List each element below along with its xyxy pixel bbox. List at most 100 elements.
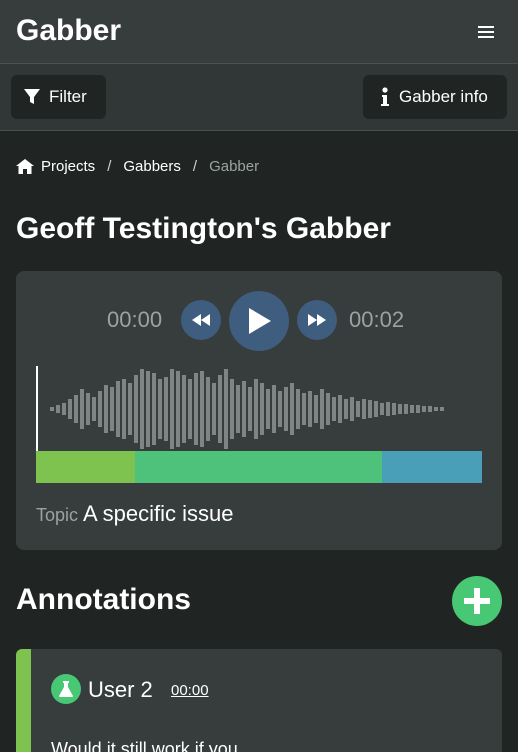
- waveform-bar: [320, 389, 324, 429]
- waveform-bar: [410, 405, 414, 413]
- waveform-bar: [248, 387, 252, 431]
- current-time: 00:00: [107, 307, 163, 332]
- waveform-bar: [356, 401, 360, 417]
- waveform-bar: [134, 375, 138, 443]
- brand-title[interactable]: Gabber: [16, 14, 121, 48]
- waveform-bar: [116, 381, 120, 437]
- waveform-bar: [374, 401, 378, 417]
- timeline-segment[interactable]: [135, 451, 382, 483]
- annotation-card[interactable]: User 2 00:00 Would it still work if you: [16, 649, 502, 752]
- topic-value: A specific issue: [83, 501, 234, 526]
- page-title: Geoff Testington's Gabber: [16, 212, 391, 245]
- duration-time: 00:02: [349, 307, 405, 332]
- waveform-bar: [380, 403, 384, 415]
- waveform-bar: [422, 406, 426, 412]
- annotation-text: Would it still work if you: [51, 739, 238, 752]
- waveform-bar: [314, 395, 318, 423]
- waveform-bar: [110, 387, 114, 431]
- waveform-bar: [368, 400, 372, 418]
- timeline-segment[interactable]: [36, 451, 135, 483]
- waveform-bar: [392, 403, 396, 415]
- waveform-bar: [62, 403, 66, 415]
- waveform-bar: [308, 391, 312, 427]
- forward-icon: [308, 314, 326, 326]
- breadcrumb: Projects / Gabbers / Gabber: [16, 158, 259, 175]
- playhead-cursor[interactable]: [36, 366, 38, 452]
- breadcrumb-gabbers[interactable]: Gabbers: [123, 158, 181, 175]
- waveform-bar: [326, 393, 330, 425]
- rewind-button[interactable]: [181, 300, 221, 340]
- waveform-bar: [362, 399, 366, 419]
- waveform-bar: [302, 393, 306, 425]
- waveform[interactable]: [36, 366, 482, 452]
- play-button[interactable]: [229, 291, 289, 351]
- waveform-bar: [74, 395, 78, 423]
- waveform-bar: [428, 406, 432, 412]
- waveform-bar: [194, 373, 198, 445]
- waveform-bar: [278, 391, 282, 427]
- audio-player-card: 00:00 00:02 Topic A specific issue: [16, 271, 502, 550]
- plus-icon: [464, 588, 490, 614]
- topic-label: Topic: [36, 505, 79, 525]
- add-annotation-button[interactable]: [452, 576, 502, 626]
- waveform-bar: [332, 397, 336, 421]
- waveform-bar: [170, 369, 174, 449]
- annotation-timestamp-link[interactable]: 00:00: [171, 682, 209, 699]
- forward-button[interactable]: [297, 300, 337, 340]
- breadcrumb-current: Gabber: [209, 158, 260, 175]
- waveform-bar: [386, 402, 390, 416]
- waveform-bar: [440, 407, 444, 411]
- waveform-bar: [338, 395, 342, 423]
- waveform-bar: [176, 371, 180, 447]
- waveform-bar: [224, 369, 228, 449]
- waveform-bar: [98, 391, 102, 427]
- waveform-bar: [80, 389, 84, 429]
- waveform-bar: [416, 405, 420, 413]
- home-icon: [16, 159, 34, 174]
- gabber-info-button[interactable]: Gabber info: [363, 75, 507, 119]
- play-icon: [249, 308, 271, 334]
- waveform-bar: [296, 389, 300, 429]
- waveform-bar: [398, 404, 402, 414]
- waveform-bar: [284, 387, 288, 431]
- navbar: Gabber: [0, 0, 518, 64]
- waveform-bar: [128, 383, 132, 435]
- waveform-bar: [272, 385, 276, 433]
- filter-button-label: Filter: [49, 87, 87, 106]
- waveform-bar: [92, 397, 96, 421]
- flask-icon: [51, 674, 81, 704]
- filter-icon: [24, 89, 40, 104]
- waveform-bar: [242, 381, 246, 437]
- waveform-bar: [158, 379, 162, 439]
- waveform-bar: [260, 383, 264, 435]
- waveform-bar: [140, 369, 144, 449]
- waveform-bar: [218, 375, 222, 443]
- breadcrumb-projects[interactable]: Projects: [41, 158, 95, 175]
- waveform-bar: [344, 399, 348, 419]
- annotation-color-bar: [16, 649, 31, 752]
- waveform-bar: [164, 377, 168, 441]
- topic-timeline[interactable]: [36, 451, 482, 483]
- rewind-icon: [192, 314, 210, 326]
- waveform-bar: [290, 383, 294, 435]
- waveform-bar: [50, 407, 54, 411]
- menu-icon[interactable]: [478, 26, 494, 38]
- breadcrumb-separator: /: [192, 158, 198, 175]
- info-icon: [381, 87, 389, 106]
- timeline-segment[interactable]: [382, 451, 482, 483]
- gabber-info-label: Gabber info: [399, 87, 488, 106]
- waveform-bar: [434, 407, 438, 411]
- waveform-bar: [68, 399, 72, 419]
- waveform-bar: [200, 371, 204, 447]
- waveform-bar: [86, 393, 90, 425]
- waveform-bar: [182, 375, 186, 443]
- waveform-bar: [230, 379, 234, 439]
- annotations-heading: Annotations: [16, 583, 191, 616]
- annotation-user: User 2: [88, 677, 153, 702]
- waveform-bar: [350, 397, 354, 421]
- waveform-bar: [146, 371, 150, 447]
- waveform-bar: [404, 404, 408, 414]
- waveform-bar: [254, 379, 258, 439]
- filter-button[interactable]: Filter: [11, 75, 106, 119]
- waveform-bar: [266, 389, 270, 429]
